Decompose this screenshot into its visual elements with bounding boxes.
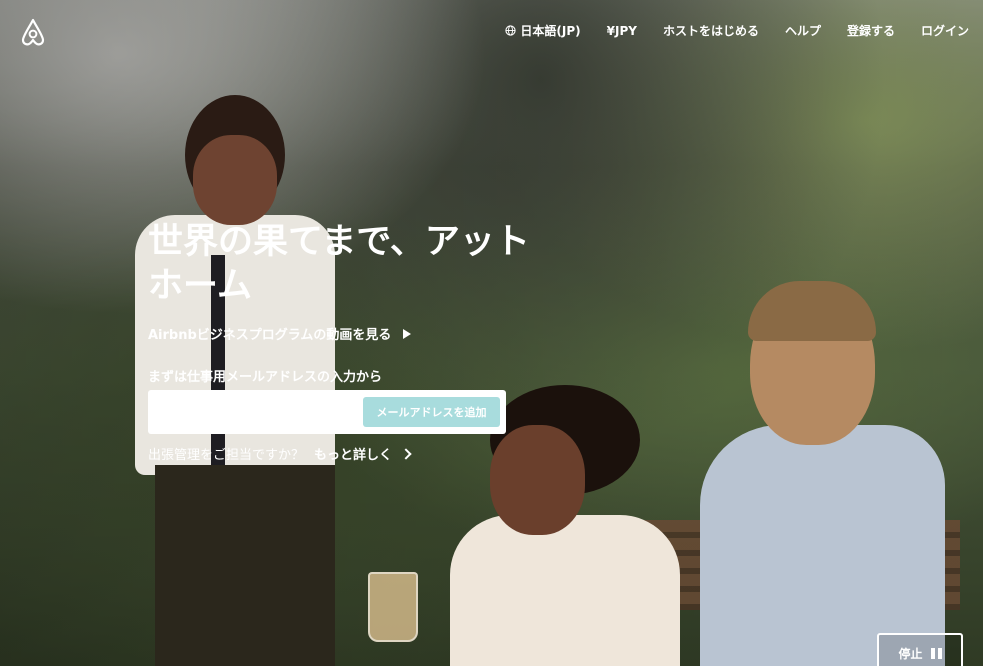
hero-title: 世界の果てまで、アット ホーム — [148, 220, 608, 308]
play-icon — [403, 328, 412, 339]
hero-title-line2: ホーム — [148, 266, 252, 306]
learn-more-label: もっと詳しく — [314, 448, 393, 463]
hero-title-line1: 世界の果てまで、アット — [148, 222, 530, 262]
email-prompt-label: まずは仕事用メールアドレスの入力から — [148, 370, 383, 385]
language-label: 日本語(JP) — [520, 24, 581, 38]
email-form: メールアドレスを追加 — [148, 390, 506, 434]
email-input[interactable] — [154, 396, 363, 428]
become-host-link[interactable]: ホストをはじめる — [663, 22, 759, 39]
pause-icon — [930, 647, 942, 659]
currency-selector[interactable]: ¥JPY — [607, 24, 637, 38]
language-selector[interactable]: 日本語(JP) — [505, 22, 581, 39]
hero-background: 日本語(JP) ¥JPY ホストをはじめる ヘルプ 登録する ログイン 世界の果… — [0, 0, 983, 666]
learn-more-link[interactable]: もっと詳しく — [314, 444, 412, 463]
add-email-button[interactable]: メールアドレスを追加 — [363, 397, 500, 427]
pause-video-button[interactable]: 停止 — [877, 633, 963, 666]
seated-man-image — [700, 281, 983, 666]
globe-icon — [505, 25, 517, 36]
travel-manager-row: 出張管理をご担当ですか？ もっと詳しく — [148, 444, 412, 463]
chevron-right-icon — [400, 447, 412, 460]
watch-video-link[interactable]: Airbnbビジネスプログラムの動画を見る — [148, 324, 412, 343]
airbnb-logo-icon[interactable] — [20, 18, 46, 46]
top-nav: 日本語(JP) ¥JPY ホストをはじめる ヘルプ 登録する ログイン — [505, 22, 969, 39]
watch-video-label: Airbnbビジネスプログラムの動画を見る — [148, 328, 392, 343]
signup-link[interactable]: 登録する — [847, 22, 895, 39]
drink-cup-image — [368, 572, 418, 642]
help-link[interactable]: ヘルプ — [785, 22, 821, 39]
pause-label: 停止 — [898, 646, 923, 661]
login-link[interactable]: ログイン — [921, 22, 969, 39]
travel-manager-question: 出張管理をご担当ですか？ — [148, 448, 305, 463]
